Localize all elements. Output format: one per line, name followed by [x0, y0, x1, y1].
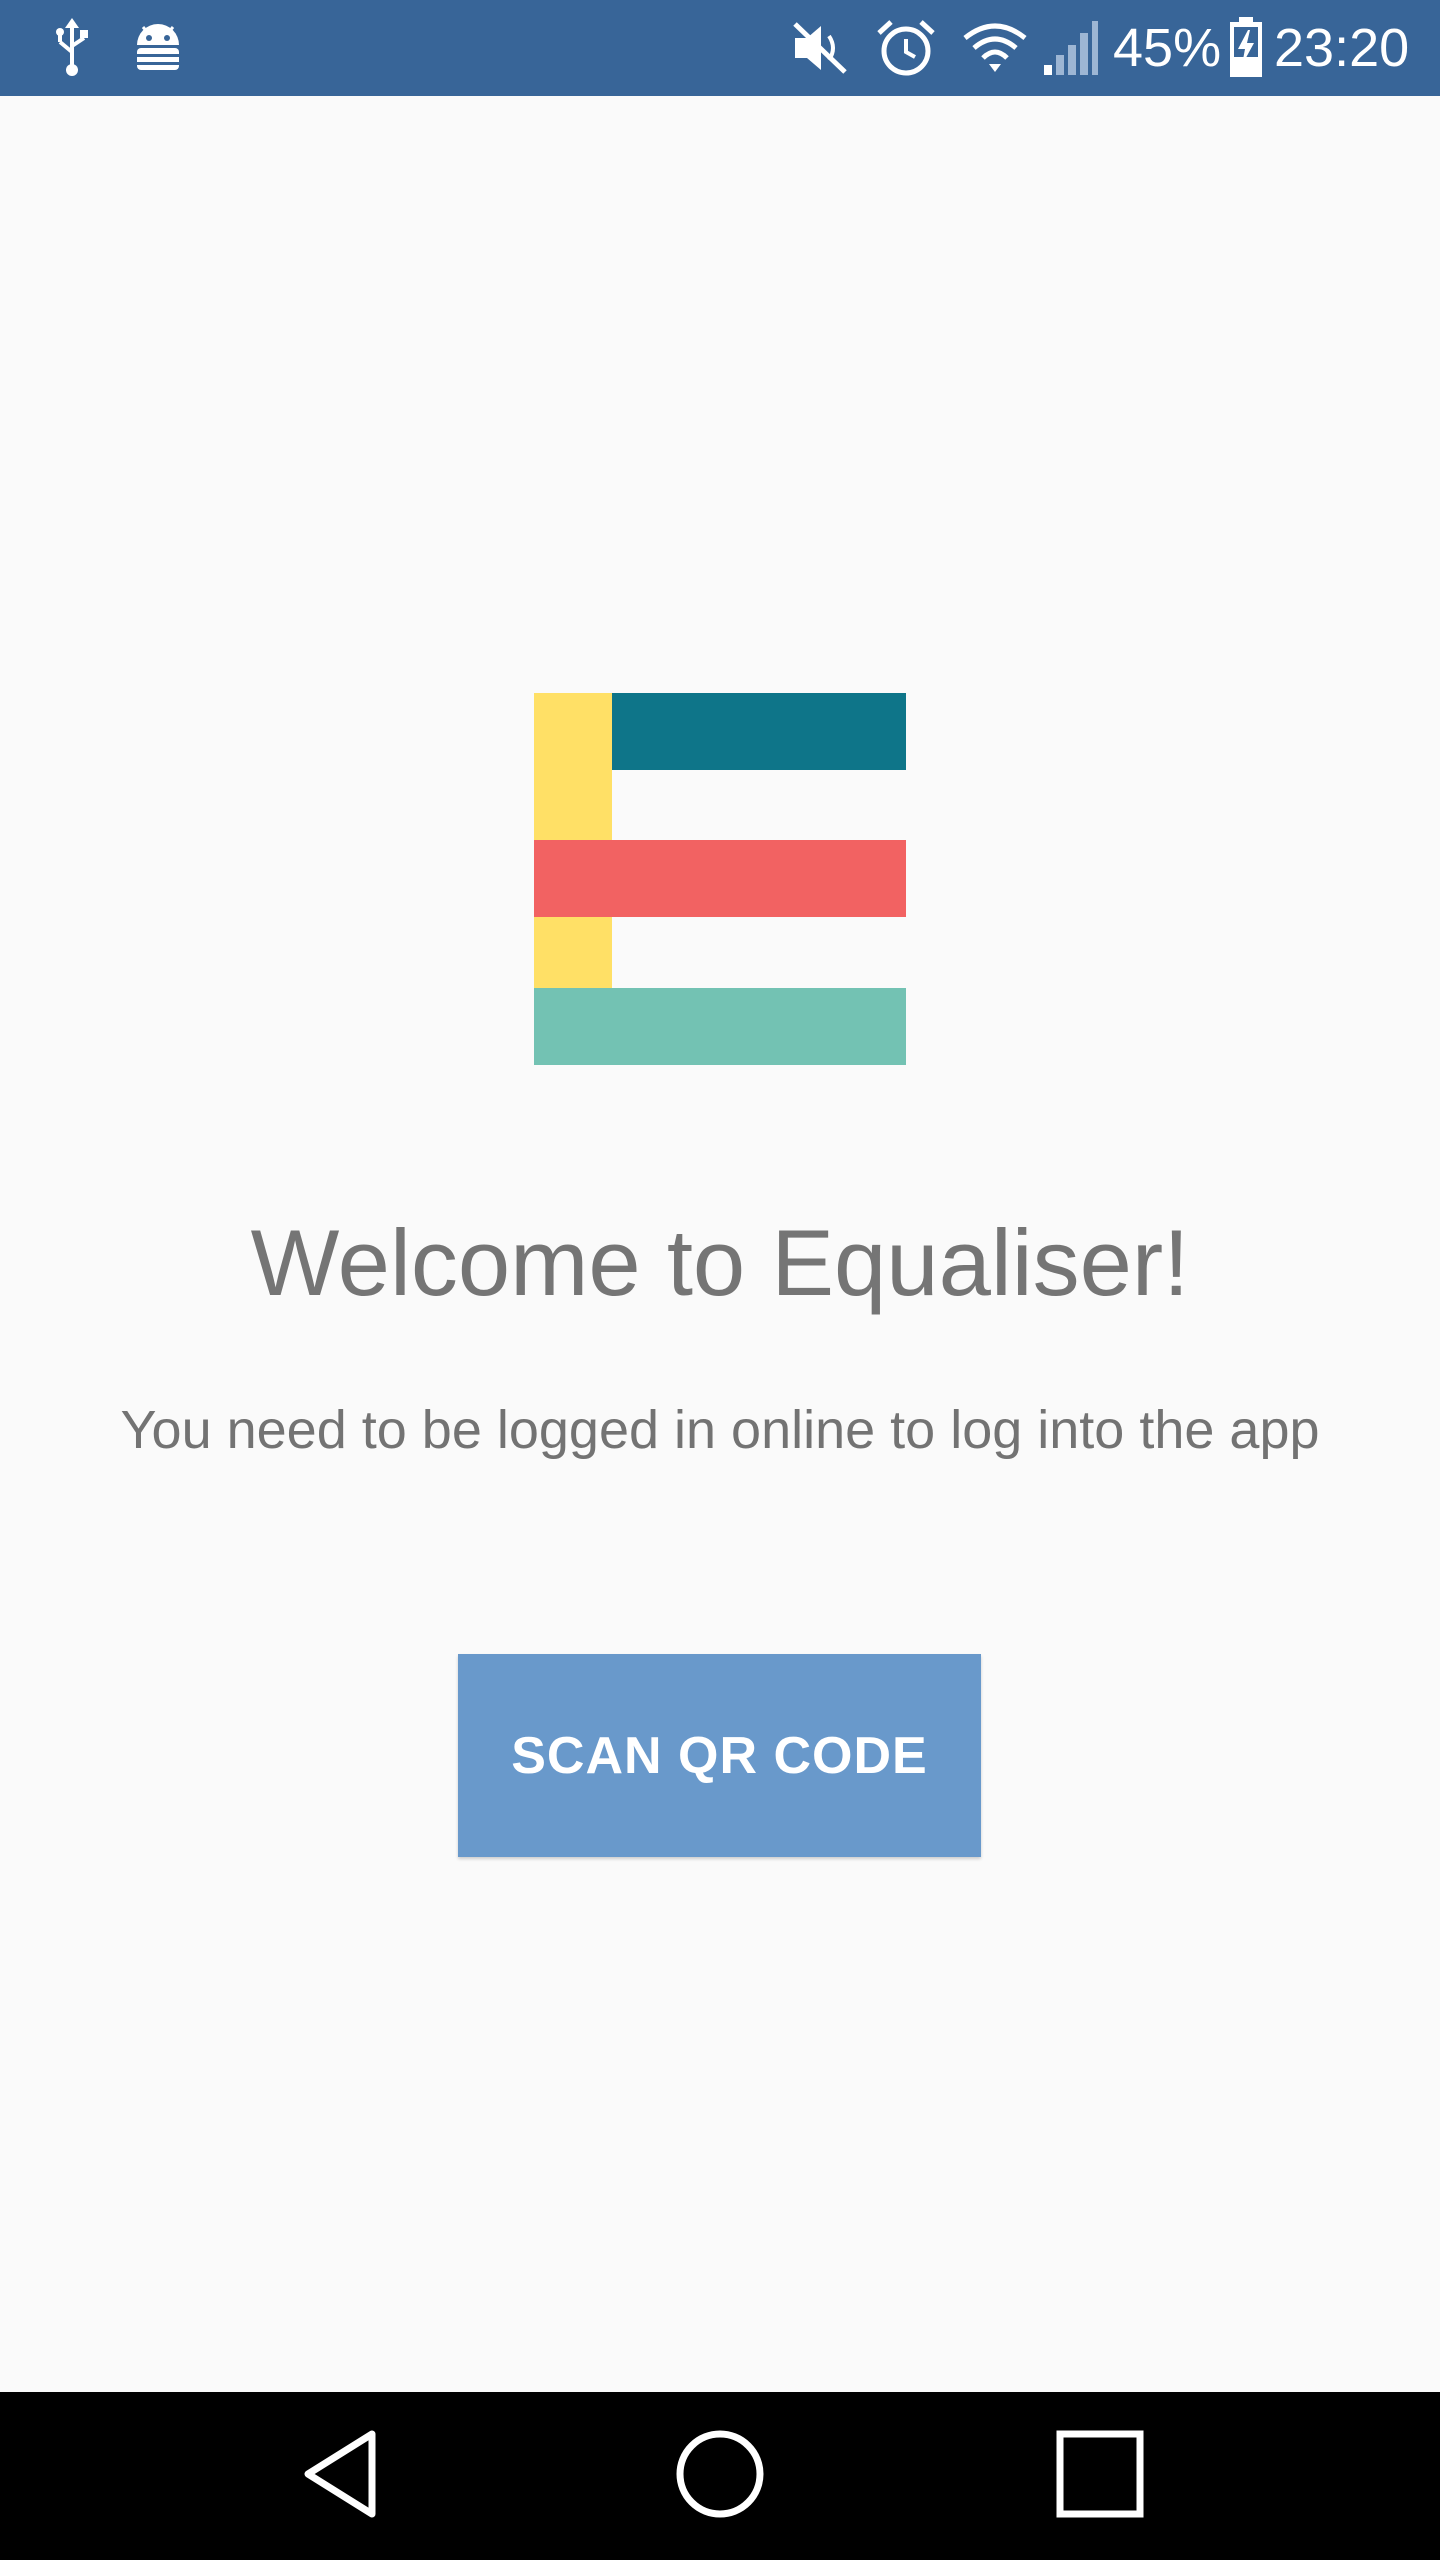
- clock: 23:20: [1274, 18, 1410, 78]
- back-button[interactable]: [240, 2392, 440, 2560]
- alarm-icon: [874, 0, 938, 96]
- logo-light-teal-bar: [534, 988, 906, 1065]
- recents-button[interactable]: [1000, 2392, 1200, 2560]
- equaliser-logo: [534, 693, 906, 1065]
- home-icon: [674, 2428, 766, 2525]
- scan-qr-code-button[interactable]: SCAN QR CODE: [458, 1654, 981, 1857]
- home-button[interactable]: [620, 2392, 820, 2560]
- logo-yellow-bar-top: [534, 693, 612, 840]
- android-debug-icon: [130, 0, 186, 96]
- wifi-icon: [960, 0, 1030, 96]
- login-requirement-text: You need to be logged in online to log i…: [120, 1400, 1320, 1460]
- battery-charging-icon: [1226, 0, 1266, 96]
- logo-red-bar: [534, 840, 906, 917]
- battery-percent: 45%: [1113, 18, 1222, 78]
- status-bar: 45% 23:20: [0, 0, 1440, 96]
- mute-icon: [790, 0, 850, 96]
- logo-dark-teal-bar: [612, 693, 906, 770]
- recents-icon: [1055, 2429, 1145, 2524]
- logo-yellow-bar-bottom: [534, 917, 612, 988]
- signal-icon: [1040, 0, 1102, 96]
- usb-icon: [48, 0, 96, 96]
- back-icon: [300, 2428, 380, 2525]
- welcome-title: Welcome to Equaliser!: [250, 1210, 1190, 1315]
- navigation-bar: [0, 2392, 1440, 2560]
- welcome-screen: 45% 23:20 Welcome to Equaliser! You need…: [0, 0, 1440, 2560]
